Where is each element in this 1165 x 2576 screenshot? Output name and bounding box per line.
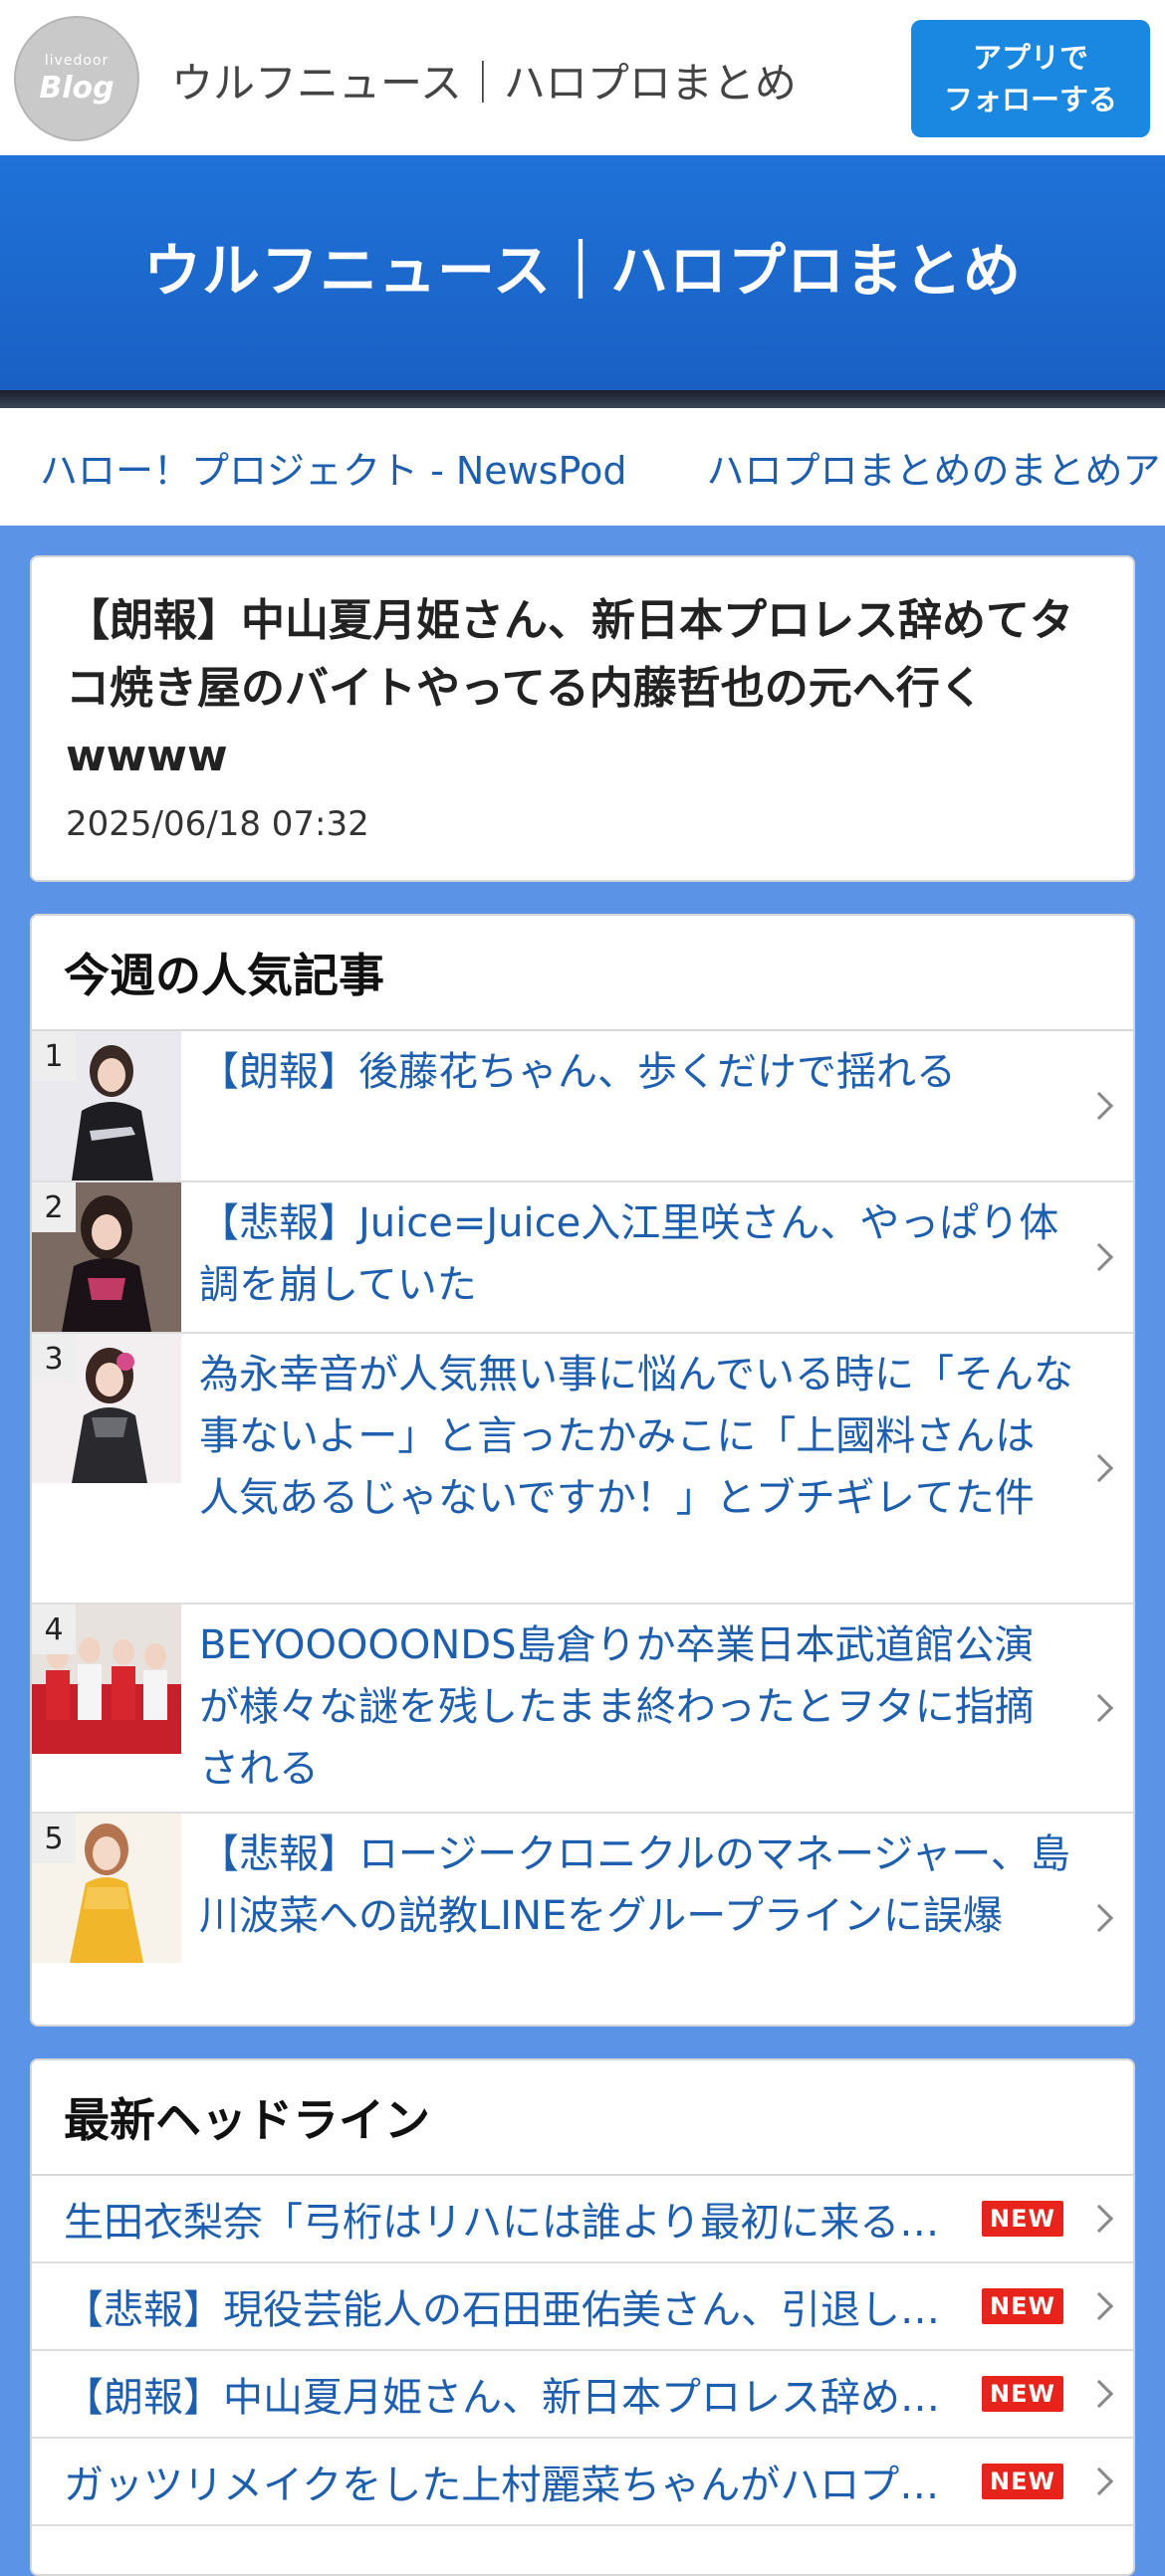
chevron-right-icon (1084, 2467, 1114, 2496)
ranking-item[interactable]: 3 為永幸音が人気無い事に悩んでいる時に「そんな事ないよー」と言ったかみこに「上… (32, 1334, 1133, 1605)
hero-title[interactable]: ウルフニュース｜ハロプロまとめ (143, 224, 1022, 308)
headline-item[interactable]: 生田衣梨奈「弓桁はリハには誰より最初に来る… NEW (32, 2176, 1133, 2263)
follow-button-line1: アプリで (972, 41, 1088, 75)
rank-number: 2 (32, 1182, 76, 1232)
logo-big-text: Blog (39, 70, 115, 106)
headline-title: 生田衣梨奈「弓桁はリハには誰より最初に来る… (64, 2200, 940, 2246)
ranking-item-title: 【朗報】後藤花ちゃん、歩くだけで揺れる (199, 1049, 956, 1095)
headline-title: 【朗報】中山夏月姫さん、新日本プロレス辞め… (64, 2375, 940, 2421)
follow-in-app-button[interactable]: アプリで フォローする (911, 20, 1150, 137)
ranking-item[interactable]: 2 【悲報】Juice=Juice入江里咲さん、やっぱり体調を崩していた (32, 1182, 1133, 1334)
follow-button-line2: フォローする (943, 83, 1117, 116)
popular-articles-title: 今週の人気記事 (32, 916, 1133, 1031)
chevron-right-icon (1084, 2291, 1114, 2321)
ranking-item-title: 【悲報】Juice=Juice入江里咲さん、やっぱり体調を崩していた (199, 1200, 1059, 1308)
livedoor-blog-logo[interactable]: livedoor Blog (14, 16, 139, 141)
article-thumbnail: 5 (32, 1814, 181, 1963)
headline-item[interactable]: 【朗報】中山夏月姫さん、新日本プロレス辞め… NEW (32, 2351, 1133, 2439)
new-badge: NEW (982, 2201, 1063, 2237)
latest-headlines-title: 最新ヘッドライン (32, 2060, 1133, 2176)
article-thumbnail: 4 (32, 1605, 181, 1754)
popular-articles-card: 今週の人気記事 1 【朗報】後藤花ちゃん、歩くだけで揺れる 2 【悲報】Juic… (30, 914, 1135, 2027)
chevron-right-icon (1084, 2379, 1114, 2409)
headline-item[interactable]: 【悲報】現役芸能人の石田亜佑美さん、引退し… NEW (32, 2263, 1133, 2351)
logo-small-text: livedoor (44, 52, 110, 69)
headline-title: 【悲報】現役芸能人の石田亜佑美さん、引退し… (64, 2287, 940, 2333)
rank-number: 5 (32, 1814, 76, 1863)
ranking-item[interactable]: 1 【朗報】後藤花ちゃん、歩くだけで揺れる (32, 1031, 1133, 1182)
headline-item[interactable]: ガッツリメイクをした上村麗菜ちゃんがハロプ… NEW (32, 2439, 1133, 2526)
chevron-right-icon (1084, 2204, 1114, 2234)
ranking-item-title: BEYOOOOONDS島倉りか卒業日本武道館公演が様々な謎を残したまま終わったと… (199, 1622, 1035, 1792)
ranking-item[interactable]: 5 【悲報】ロージークロニクルのマネージャー、島川波菜への説教LINEをグループ… (32, 1814, 1133, 2023)
nav-link-newspod[interactable]: ハロー！プロジェクト - NewsPod (40, 440, 626, 495)
hero-divider (0, 390, 1165, 408)
new-badge: NEW (982, 2464, 1063, 2499)
blog-title[interactable]: ウルフニュース｜ハロプロまとめ (171, 50, 797, 110)
headline-title: ガッツリメイクをした上村麗菜ちゃんがハロプ… (64, 2463, 940, 2508)
article-date: 2025/06/18 07:32 (66, 804, 369, 844)
rank-number: 1 (32, 1031, 76, 1081)
hero-header: ウルフニュース｜ハロプロまとめ (0, 155, 1165, 390)
rank-number: 3 (32, 1334, 76, 1384)
ranking-item[interactable]: 4 BEYOOOOONDS島倉りか卒業日本武道館公演が様々な謎を残したまま終わっ… (32, 1605, 1133, 1814)
article-thumbnail: 1 (32, 1031, 181, 1181)
new-badge: NEW (982, 2376, 1063, 2412)
article-thumbnail: 2 (32, 1182, 181, 1332)
nav-strip: ハロー！プロジェクト - NewsPod ハロプロまとめのまとめア (0, 408, 1165, 526)
latest-headlines-card: 最新ヘッドライン 生田衣梨奈「弓桁はリハには誰より最初に来る… NEW 【悲報】… (30, 2058, 1135, 2576)
top-bar: livedoor Blog ウルフニュース｜ハロプロまとめ アプリで フォローす… (0, 0, 1165, 155)
ranking-item-title: 【悲報】ロージークロニクルのマネージャー、島川波菜への説教LINEをグループライ… (199, 1831, 1070, 1939)
ranking-item-title: 為永幸音が人気無い事に悩んでいる時に「そんな事ないよー」と言ったかみこに「上國料… (199, 1352, 1073, 1521)
new-badge: NEW (982, 2288, 1063, 2324)
nav-link-matome[interactable]: ハロプロまとめのまとめア (706, 440, 1160, 495)
rank-number: 4 (32, 1605, 76, 1654)
article-thumbnail: 3 (32, 1334, 181, 1483)
article-title[interactable]: 【朗報】中山夏月姫さん、新日本プロレス辞めてタコ焼き屋のバイトやってる内藤哲也の… (66, 587, 1099, 790)
article-card: 【朗報】中山夏月姫さん、新日本プロレス辞めてタコ焼き屋のバイトやってる内藤哲也の… (30, 555, 1135, 882)
